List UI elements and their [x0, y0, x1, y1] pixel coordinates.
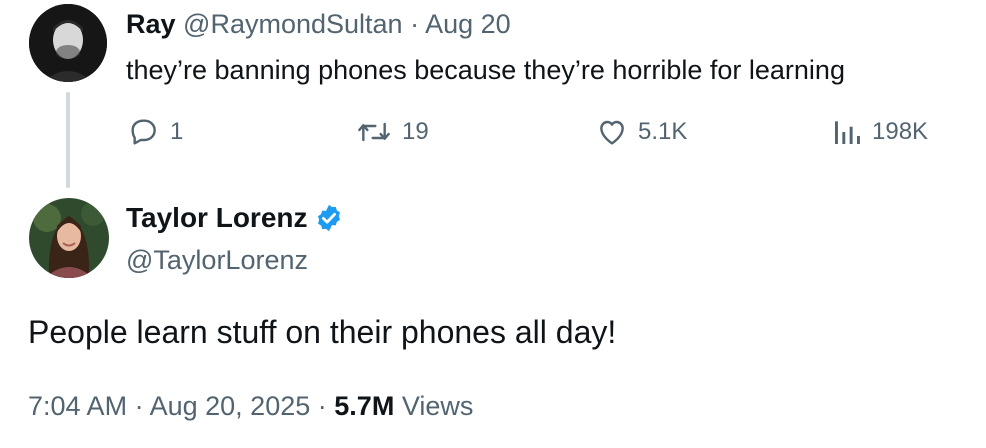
main-handle[interactable]: @TaylorLorenz — [126, 242, 308, 278]
meta-separator-dot: · — [317, 391, 327, 421]
analytics-icon — [835, 121, 860, 144]
like-count: 5.1K — [638, 118, 688, 145]
main-author-row: Taylor Lorenz — [126, 200, 344, 236]
avatar-taylor[interactable] — [29, 198, 109, 278]
tweet-date[interactable]: Aug 20, 2025 — [150, 391, 311, 421]
reply-action-bar: 1 19 5.1K 198K — [0, 114, 986, 150]
reply-date[interactable]: Aug 20 — [425, 9, 511, 39]
separator-dot: · — [410, 9, 420, 39]
tweet-views-count[interactable]: 5.7M — [334, 391, 394, 421]
avatar-ray[interactable] — [29, 4, 107, 82]
tweet-meta: 7:04 AM · Aug 20, 2025 · 5.7M Views — [28, 388, 473, 424]
reply-header: Ray @RaymondSultan · Aug 20 — [126, 6, 511, 42]
reply-count: 1 — [170, 118, 184, 145]
retweet-count: 19 — [402, 118, 429, 145]
retweet-button[interactable]: 19 — [356, 114, 429, 150]
reply-text: they’re banning phones because they’re h… — [126, 55, 845, 85]
main-tweet-text: People learn stuff on their phones all d… — [28, 314, 617, 350]
retweet-icon — [358, 122, 390, 142]
like-button[interactable]: 5.1K — [596, 114, 687, 150]
tweet-views-label[interactable]: Views — [402, 391, 474, 421]
profile-photo-woman-icon — [29, 198, 109, 278]
reply-button[interactable]: 1 — [128, 114, 183, 150]
views-count: 198K — [872, 118, 929, 145]
tweet-time[interactable]: 7:04 AM — [28, 391, 127, 421]
reply-handle[interactable]: @RaymondSultan — [183, 9, 403, 39]
main-author-name[interactable]: Taylor Lorenz — [126, 200, 308, 236]
reply-icon — [131, 119, 156, 145]
profile-photo-man-icon — [29, 4, 107, 82]
meta-separator-dot: · — [134, 391, 144, 421]
reply-author-name[interactable]: Ray — [126, 9, 176, 39]
heart-icon — [600, 120, 624, 145]
verified-badge-icon[interactable] — [314, 203, 344, 233]
views-button[interactable]: 198K — [832, 114, 928, 150]
